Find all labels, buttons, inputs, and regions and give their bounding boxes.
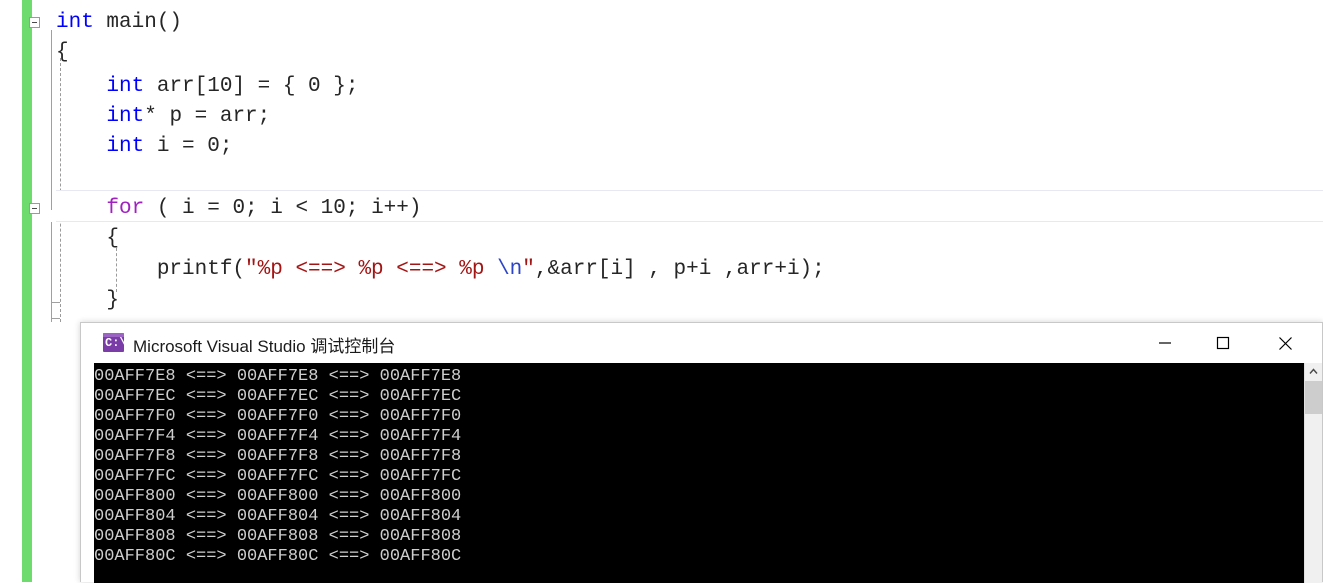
code-token: main()	[93, 11, 183, 34]
code-token: printf(	[56, 258, 246, 281]
code-token: }	[56, 289, 120, 312]
minimize-icon	[1159, 342, 1171, 344]
code-token: "%p <==> %p <==> %p	[245, 258, 498, 281]
code-line: int i = 0;	[56, 132, 232, 162]
console-icon-glyph: C:\	[105, 336, 124, 350]
fold-rail-main	[51, 30, 52, 210]
minimize-button[interactable]	[1142, 323, 1188, 363]
code-token: ,&arr[i] , p+i ,arr+i);	[534, 258, 825, 281]
chevron-up-icon	[1309, 368, 1318, 374]
code-line: for ( i = 0; i < 10; i++)	[56, 194, 421, 224]
console-output-text: 00AFF7E8 <==> 00AFF7E8 <==> 00AFF7E8 00A…	[94, 367, 462, 566]
code-line: int arr[10] = { 0 };	[56, 72, 358, 102]
scrollbar-thumb[interactable]	[1305, 381, 1322, 414]
maximize-icon	[1216, 336, 1230, 350]
console-app-icon: C:\	[103, 333, 124, 352]
code-token: int	[106, 135, 145, 158]
code-token: \n	[497, 258, 523, 281]
close-icon	[1278, 336, 1292, 350]
code-line: int main()	[56, 8, 182, 38]
code-token: int	[106, 105, 145, 128]
code-token: ( i = 0; i < 10; i++)	[144, 197, 422, 220]
console-titlebar[interactable]: C:\ Microsoft Visual Studio 调试控制台	[81, 323, 1322, 363]
maximize-button[interactable]	[1200, 323, 1246, 363]
code-token: arr[10] = { 0 };	[144, 75, 359, 98]
close-button[interactable]	[1262, 323, 1308, 363]
fold-toggle-main[interactable]	[29, 17, 40, 28]
code-token: int	[106, 75, 145, 98]
console-title: Microsoft Visual Studio 调试控制台	[133, 337, 396, 356]
fold-rail-for	[51, 222, 52, 322]
code-token: {	[56, 227, 120, 250]
fold-rail-foot-main	[51, 318, 60, 319]
code-line: {	[56, 38, 69, 68]
fold-toggle-for[interactable]	[29, 203, 40, 214]
code-line: int* p = arr;	[56, 102, 270, 132]
console-scrollbar[interactable]	[1304, 363, 1322, 583]
scrollbar-up-button[interactable]	[1305, 363, 1322, 380]
change-indicator-bar	[22, 0, 32, 582]
console-output-area[interactable]: 00AFF7E8 <==> 00AFF7E8 <==> 00AFF7E8 00A…	[94, 363, 1309, 583]
console-window[interactable]: C:\ Microsoft Visual Studio 调试控制台 00AFF7…	[80, 322, 1323, 583]
code-token: for	[106, 197, 145, 220]
code-line: }	[56, 286, 119, 316]
code-token: "	[522, 258, 535, 281]
code-token: i = 0;	[144, 135, 233, 158]
code-token: {	[56, 41, 69, 64]
code-token: * p = arr;	[144, 105, 271, 128]
code-line: {	[56, 224, 119, 254]
code-line: printf("%p <==> %p <==> %p \n",&arr[i] ,…	[56, 255, 825, 285]
code-token: int	[56, 11, 94, 34]
